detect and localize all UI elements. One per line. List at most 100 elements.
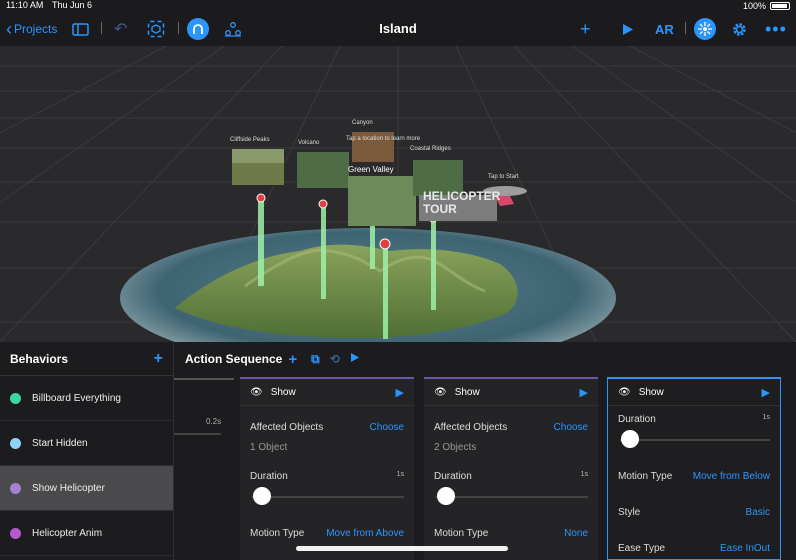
ease-type-row[interactable]: Ease Type Ease InOut (618, 543, 770, 554)
home-indicator[interactable] (296, 546, 508, 551)
action-card-show-3[interactable]: 👁 Show ▶ Duration 1s Motion Type Move fr… (607, 377, 781, 560)
eye-icon: 👁 (618, 386, 631, 398)
card-header: 👁 Show ▶ (240, 379, 414, 406)
card-title: Show (454, 386, 480, 398)
card-title: Show (270, 386, 296, 398)
behavior-item-start-hidden[interactable]: Start Hidden (0, 421, 173, 466)
motion-type-label: Motion Type (618, 471, 673, 482)
duration-label: Duration (618, 414, 656, 425)
card-title: Show (638, 386, 664, 398)
status-bar: 11:10 AM Thu Jun 6 100% (0, 0, 796, 12)
behavior-item-helicopter-anim[interactable]: Helicopter Anim (0, 511, 173, 556)
motion-type-row[interactable]: Motion Type None (434, 528, 588, 539)
motion-type-value[interactable]: Move from Below (693, 471, 770, 482)
scene-canvas (0, 46, 796, 342)
play-action-button[interactable]: ▶ (396, 386, 404, 399)
ar-button[interactable]: AR (655, 12, 674, 46)
choose-button[interactable]: Choose (370, 422, 404, 433)
helicopter-tour-title: HELICOPTER TOUR (423, 189, 501, 216)
loop-icon[interactable]: ⟲ (330, 352, 340, 366)
behavior-color-dot (10, 437, 21, 449)
duration-slider[interactable] (620, 439, 770, 441)
play-action-button[interactable]: ▶ (580, 386, 588, 399)
behavior-label: Start Hidden (32, 437, 88, 449)
duration-slider[interactable] (436, 496, 588, 498)
label-tap-location: Tap a location to learn more (346, 136, 421, 142)
style-value[interactable]: Basic (746, 507, 770, 518)
behaviors-title: Behaviors (10, 351, 69, 366)
ease-type-value[interactable]: Ease InOut (720, 543, 770, 554)
behavior-color-dot (10, 527, 21, 539)
affected-label: Affected Objects (434, 422, 508, 433)
style-label: Style (618, 507, 641, 518)
duration-slider-knob[interactable] (621, 430, 639, 448)
eye-icon: 👁 (434, 386, 447, 398)
duration-slider[interactable] (252, 496, 404, 498)
duplicate-icon[interactable]: ⧉ (311, 352, 320, 367)
divider (685, 22, 686, 34)
affected-objects-row: Affected Objects Choose (250, 422, 404, 433)
play-button[interactable] (622, 12, 634, 46)
label-tap-to-start: Tap to Start (488, 174, 519, 180)
behavior-label: Show Helicopter (32, 482, 105, 494)
snap-button[interactable] (694, 12, 716, 46)
label-coastal-ridges: Coastal Ridges (410, 146, 451, 152)
duration-slider-knob[interactable] (437, 487, 455, 505)
duration-row: Duration 1s (618, 414, 770, 425)
duration-value: 1s (580, 471, 588, 478)
track-time: 0.2s (206, 417, 222, 426)
add-button[interactable]: + (580, 12, 591, 46)
play-icon (623, 23, 633, 35)
card-header: 👁 Show ▶ (608, 379, 780, 406)
action-sequence-header: Action Sequence + ⧉ ⟲ (174, 342, 796, 376)
motion-type-value[interactable]: None (564, 528, 588, 539)
battery-icon (770, 2, 790, 10)
motion-type-label: Motion Type (434, 528, 489, 539)
affected-label: Affected Objects (250, 422, 324, 433)
style-row[interactable]: Style Basic (618, 507, 770, 518)
timeline-track: 0.2s (174, 376, 234, 560)
scene-viewport[interactable]: Cliffside Peaks Volcano Canyon Tap a loc… (0, 46, 796, 342)
label-green-valley: Green Valley (348, 165, 394, 174)
document-title: Island (379, 21, 417, 36)
gear-icon (733, 22, 746, 36)
behaviors-list: Behaviors + Billboard Everything Start H… (0, 342, 174, 560)
ease-type-label: Ease Type (618, 543, 666, 554)
more-button[interactable]: ••• (765, 12, 787, 46)
duration-row: Duration 1s (434, 471, 588, 482)
duration-row: Duration 1s (250, 471, 404, 482)
add-action-button[interactable]: + (288, 351, 297, 368)
label-volcano: Volcano (298, 140, 320, 146)
action-sequence-title: Action Sequence (185, 352, 283, 366)
behavior-item-billboard[interactable]: Billboard Everything (0, 376, 173, 421)
motion-type-value[interactable]: Move from Above (326, 528, 404, 539)
add-behavior-button[interactable]: + (154, 350, 163, 368)
duration-value: 1s (396, 471, 404, 478)
choose-button[interactable]: Choose (554, 422, 588, 433)
behavior-item-show-helicopter[interactable]: Show Helicopter (0, 466, 173, 511)
behavior-color-dot (10, 482, 21, 494)
action-card-show-2[interactable]: 👁 Show ▶ Affected Objects Choose 2 Objec… (424, 377, 598, 560)
toolbar: ‹ Projects ↶ Island + AR ••• (0, 12, 796, 46)
status-date: Thu Jun 6 (52, 0, 93, 10)
timeline-line (174, 378, 234, 380)
play-sequence-button[interactable] (350, 352, 360, 366)
battery-percentage: 100% (742, 1, 766, 11)
label-canyon: Canyon (352, 120, 373, 126)
behavior-label: Helicopter Anim (32, 527, 103, 539)
duration-label: Duration (250, 471, 288, 482)
play-action-button[interactable]: ▶ (762, 386, 770, 399)
duration-slider-knob[interactable] (253, 487, 271, 505)
action-card-show-1[interactable]: 👁 Show ▶ Affected Objects Choose 1 Objec… (240, 377, 414, 560)
duration-value: 1s (762, 414, 770, 421)
motion-type-row[interactable]: Motion Type Move from Above (250, 528, 404, 539)
behaviors-header: Behaviors + (0, 342, 173, 376)
eye-icon: 👁 (250, 386, 263, 398)
settings-button[interactable] (731, 12, 748, 46)
status-time: 11:10 AM (6, 0, 44, 10)
motion-type-label: Motion Type (250, 528, 305, 539)
motion-type-row[interactable]: Motion Type Move from Below (618, 471, 770, 482)
duration-label: Duration (434, 471, 472, 482)
more-icon: ••• (765, 18, 787, 39)
behaviors-panel: Behaviors + Billboard Everything Start H… (0, 342, 796, 560)
